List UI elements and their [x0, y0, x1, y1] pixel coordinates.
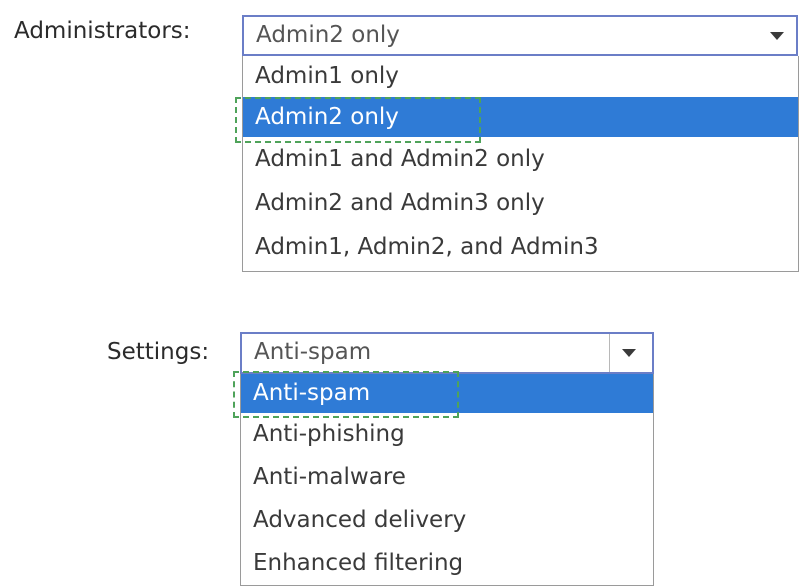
settings-select[interactable]: Anti-spam	[240, 332, 654, 374]
chevron-down-icon[interactable]	[758, 17, 796, 54]
answer-area: Administrators: Admin2 only Admin1 only …	[0, 0, 799, 586]
settings-selected-value: Anti-spam	[254, 339, 372, 365]
administrators-label: Administrators:	[14, 18, 191, 44]
administrators-option-admin2-admin3-only[interactable]: Admin2 and Admin3 only	[243, 182, 798, 224]
settings-options-list: Anti-spam Anti-phishing Anti-malware Adv…	[240, 374, 654, 586]
administrators-option-admin1-admin2-admin3[interactable]: Admin1, Admin2, and Admin3	[243, 224, 798, 270]
administrators-option-admin1-only[interactable]: Admin1 only	[243, 56, 798, 97]
settings-label: Settings:	[107, 339, 210, 365]
administrators-options-list: Admin1 only Admin2 only Admin1 and Admin…	[242, 56, 799, 272]
settings-option-advanced-delivery[interactable]: Advanced delivery	[241, 499, 653, 542]
administrators-select[interactable]: Admin2 only	[242, 15, 798, 56]
settings-option-enhanced-filtering[interactable]: Enhanced filtering	[241, 542, 653, 585]
chevron-down-icon[interactable]	[609, 334, 648, 372]
administrators-option-admin2-only[interactable]: Admin2 only	[243, 97, 798, 137]
settings-option-anti-malware[interactable]: Anti-malware	[241, 456, 653, 499]
administrators-selected-value: Admin2 only	[256, 22, 400, 48]
settings-option-anti-spam[interactable]: Anti-spam	[241, 374, 653, 413]
administrators-option-admin1-admin2-only[interactable]: Admin1 and Admin2 only	[243, 137, 798, 182]
settings-option-anti-phishing[interactable]: Anti-phishing	[241, 413, 653, 456]
